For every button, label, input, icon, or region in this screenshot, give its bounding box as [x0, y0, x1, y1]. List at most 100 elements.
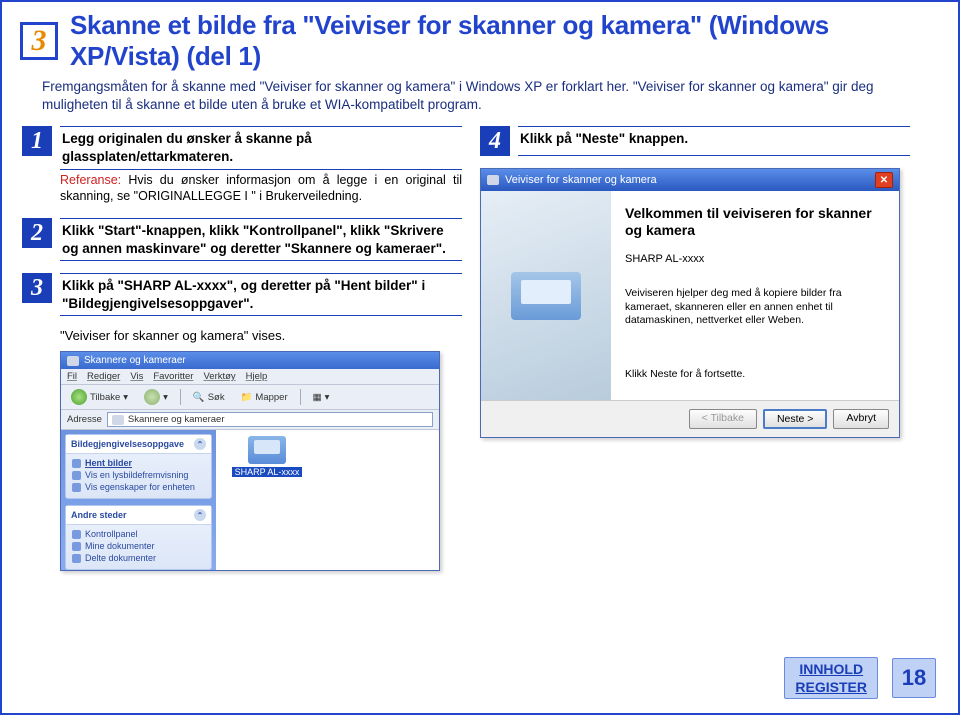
- reference-label: Referanse:: [60, 173, 121, 187]
- toolbar-search-button[interactable]: 🔍 Søk: [189, 391, 229, 404]
- address-field[interactable]: Skannere og kameraer: [107, 412, 433, 427]
- intro-paragraph: Fremgangsmåten for å skanne med "Veivise…: [2, 76, 958, 122]
- chevron-down-icon: ▾: [123, 392, 128, 403]
- tasks-list: Hent bilder Vis en lysbildefremvisning V…: [66, 454, 211, 498]
- places-panel: Andre steder ⌃ Kontrollpanel Mine dokume…: [65, 505, 212, 570]
- places-panel-title: Andre steder: [71, 510, 127, 520]
- explorer-title-text: Skannere og kameraer: [84, 355, 186, 366]
- chevron-down-icon: ▾: [163, 392, 168, 403]
- main-title: Skanne et bilde fra "Veiviser for skanne…: [70, 10, 938, 72]
- explorer-menubar[interactable]: Fil Rediger Vis Favoritter Verktøy Hjelp: [61, 369, 439, 385]
- task-get-images[interactable]: Hent bilder: [72, 457, 205, 469]
- page-number: 18: [892, 658, 936, 698]
- step-1-reference: Referanse: Hvis du ønsker informasjon om…: [60, 172, 462, 205]
- wizard-title-text: Veiviser for skanner og kamera: [505, 174, 657, 186]
- nav-link-innhold[interactable]: INNHOLD: [799, 661, 863, 677]
- step-4: 4 Klikk på "Neste" knappen.: [480, 126, 910, 156]
- header-row: 3 Skanne et bilde fra "Veiviser for skan…: [2, 2, 958, 76]
- place-icon: [72, 542, 81, 551]
- menu-view[interactable]: Vis: [130, 371, 143, 382]
- toolbar-back-button[interactable]: Tilbake ▾: [67, 388, 132, 406]
- task-label: Vis egenskaper for enheten: [85, 482, 195, 492]
- next-button[interactable]: Neste >: [763, 409, 827, 429]
- task-icon: [72, 471, 81, 480]
- wizard-button-row: < Tilbake Neste > Avbryt: [481, 400, 899, 437]
- task-properties[interactable]: Vis egenskaper for enheten: [72, 481, 205, 493]
- place-label: Kontrollpanel: [85, 529, 138, 539]
- explorer-window: Skannere og kameraer Fil Rediger Vis Fav…: [60, 351, 440, 571]
- toolbar-separator: [180, 389, 181, 405]
- address-value: Skannere og kameraer: [128, 414, 225, 425]
- toolbar-folders-label: Mapper: [255, 392, 287, 403]
- scanner-device-item[interactable]: SHARP AL-xxxx: [222, 436, 312, 477]
- menu-favorites[interactable]: Favoritter: [153, 371, 193, 382]
- device-label: SHARP AL-xxxx: [232, 467, 303, 477]
- right-column: 4 Klikk på "Neste" knappen. Veiviser for…: [480, 126, 910, 571]
- task-slideshow[interactable]: Vis en lysbildefremvisning: [72, 469, 205, 481]
- search-icon: 🔍: [193, 392, 205, 403]
- cancel-button[interactable]: Avbryt: [833, 409, 889, 429]
- step-3-note: "Veiviser for skanner og kamera" vises.: [60, 328, 462, 345]
- wizard-description: Veiviseren hjelper deg med å kopiere bil…: [625, 287, 885, 328]
- step-1-text: Legg originalen du ønsker å skanne på gl…: [60, 126, 462, 169]
- close-button[interactable]: ✕: [875, 172, 893, 188]
- back-button: < Tilbake: [689, 409, 757, 429]
- explorer-toolbar: Tilbake ▾ ▾ 🔍 Søk 📁 Mapper: [61, 385, 439, 410]
- toolbar-forward-button[interactable]: ▾: [140, 388, 172, 406]
- step-4-text: Klikk på "Neste" knappen.: [518, 126, 910, 156]
- place-shareddocs[interactable]: Delte dokumenter: [72, 552, 205, 564]
- menu-help[interactable]: Hjelp: [246, 371, 268, 382]
- toolbar-back-label: Tilbake: [90, 392, 120, 403]
- reference-text: Hvis du ønsker informasjon om å legge i …: [60, 173, 462, 203]
- section-number-badge: 3: [20, 22, 58, 60]
- toolbar-folders-button[interactable]: 📁 Mapper: [237, 391, 292, 404]
- task-label: Hent bilder: [85, 458, 132, 468]
- step-4-number: 4: [480, 126, 510, 156]
- nav-link-register[interactable]: REGISTER: [795, 679, 867, 695]
- scanner-icon: [248, 436, 286, 464]
- tasks-panel-header[interactable]: Bildegjengivelsesoppgave ⌃: [66, 435, 211, 454]
- camera-icon: [112, 415, 124, 425]
- folder-icon: 📁: [241, 392, 253, 403]
- left-column: 1 Legg originalen du ønsker å skanne på …: [22, 126, 462, 571]
- explorer-sidepane: Bildegjengivelsesoppgave ⌃ Hent bilder V…: [61, 430, 216, 570]
- explorer-addressbar: Adresse Skannere og kameraer: [61, 410, 439, 430]
- address-label: Adresse: [67, 414, 102, 425]
- wizard-subheading: SHARP AL-xxxx: [625, 253, 885, 265]
- wizard-body: Velkommen til veiviseren for skanner og …: [481, 191, 899, 400]
- tasks-panel-title: Bildegjengivelsesoppgave: [71, 439, 184, 449]
- explorer-content: SHARP AL-xxxx: [216, 430, 439, 570]
- menu-file[interactable]: Fil: [67, 371, 77, 382]
- menu-tools[interactable]: Verktøy: [203, 371, 235, 382]
- forward-arrow-icon: [144, 389, 160, 405]
- close-icon: ✕: [880, 175, 888, 186]
- explorer-body: Bildegjengivelsesoppgave ⌃ Hent bilder V…: [61, 430, 439, 570]
- scanner-illustration: [511, 272, 581, 320]
- explorer-titlebar: Skannere og kameraer: [61, 352, 439, 369]
- place-icon: [72, 554, 81, 563]
- toolbar-search-label: Søk: [208, 392, 225, 403]
- place-mydocs[interactable]: Mine dokumenter: [72, 540, 205, 552]
- wizard-titlebar: Veiviser for skanner og kamera ✕: [481, 169, 899, 191]
- tasks-panel: Bildegjengivelsesoppgave ⌃ Hent bilder V…: [65, 434, 212, 499]
- toolbar-views-button[interactable]: ▦▾: [309, 391, 334, 404]
- wizard-art-pane: [481, 191, 611, 400]
- task-icon: [72, 483, 81, 492]
- menu-edit[interactable]: Rediger: [87, 371, 120, 382]
- step-1-number: 1: [22, 126, 52, 156]
- place-label: Mine dokumenter: [85, 541, 155, 551]
- wizard-heading: Velkommen til veiviseren for skanner og …: [625, 205, 885, 239]
- back-arrow-icon: [71, 389, 87, 405]
- wizard-continue-text: Klikk Neste for å fortsette.: [625, 368, 885, 380]
- task-icon: [72, 459, 81, 468]
- place-controlpanel[interactable]: Kontrollpanel: [72, 528, 205, 540]
- camera-icon: [487, 175, 499, 185]
- step-1: 1 Legg originalen du ønsker å skanne på …: [22, 126, 462, 169]
- content-columns: 1 Legg originalen du ønsker å skanne på …: [2, 122, 958, 571]
- collapse-icon[interactable]: ⌃: [194, 509, 206, 521]
- places-list: Kontrollpanel Mine dokumenter Delte doku…: [66, 525, 211, 569]
- places-panel-header[interactable]: Andre steder ⌃: [66, 506, 211, 525]
- nav-links-box: INNHOLD REGISTER: [784, 657, 878, 699]
- collapse-icon[interactable]: ⌃: [194, 438, 206, 450]
- chevron-down-icon: ▾: [325, 392, 330, 403]
